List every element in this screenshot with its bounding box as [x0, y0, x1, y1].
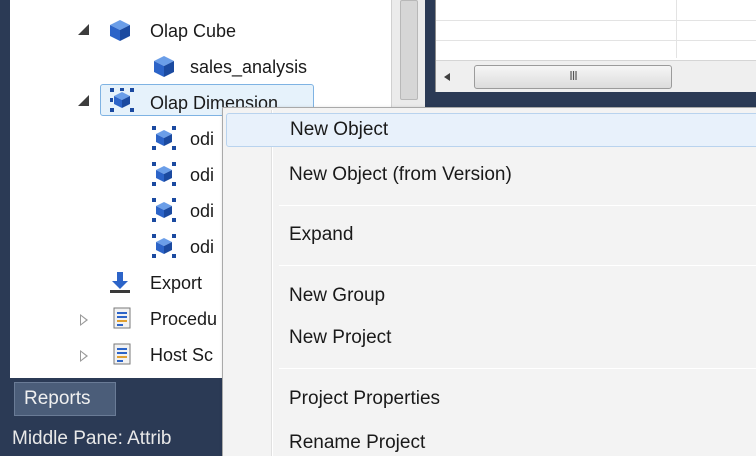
scroll-left-arrow-icon[interactable]: [442, 69, 456, 85]
dimension-cube-icon: [152, 234, 176, 258]
tree-item-odi[interactable]: odi: [190, 124, 214, 154]
tree-item-host-scripts[interactable]: Host Sc: [150, 340, 213, 370]
menu-item-label: Project Properties: [289, 388, 441, 409]
collapsed-arrow-icon[interactable]: [80, 314, 88, 326]
tree-item-label: sales_analysis: [190, 56, 308, 77]
tab-label: Reports: [24, 388, 91, 409]
grid-line: [436, 20, 756, 21]
scrollbar-grip: III: [569, 69, 578, 83]
dimension-cube-icon: [152, 198, 176, 222]
menu-item-new-object[interactable]: New Object: [226, 113, 756, 147]
menu-item-label: New Object (from Version): [289, 164, 512, 185]
menu-item-rename-project[interactable]: Rename Project: [226, 426, 756, 456]
menu-item-label: Rename Project: [289, 432, 426, 453]
dimension-cube-icon: [152, 162, 176, 186]
menu-item-new-project[interactable]: New Project: [226, 321, 756, 355]
export-icon: [110, 272, 130, 293]
menu-item-label: New Group: [289, 285, 386, 306]
cube-icon: [154, 56, 174, 77]
tree-item-label: Procedu: [150, 308, 218, 329]
grid-line: [436, 40, 756, 41]
tree-item-procedures[interactable]: Procedu: [150, 304, 217, 334]
cube-icon: [110, 20, 130, 41]
menu-separator: [279, 205, 756, 206]
collapsed-arrow-icon[interactable]: [80, 350, 88, 362]
tree-item-odi[interactable]: odi: [190, 232, 214, 262]
status-text: Middle Pane: Attrib: [12, 428, 172, 449]
menu-separator: [279, 265, 756, 266]
tree-item-label: Olap Cube: [150, 20, 237, 41]
tree-item-label: odi: [190, 128, 215, 149]
context-menu[interactable]: New Object New Object (from Version) Exp…: [222, 107, 756, 456]
tree-item-odi[interactable]: odi: [190, 196, 214, 226]
menu-item-label: New Project: [289, 327, 392, 348]
tab-reports[interactable]: Reports: [14, 382, 116, 416]
tree-item-sales-analysis[interactable]: sales_analysis: [190, 52, 307, 82]
expand-arrow-icon[interactable]: [78, 95, 89, 106]
menu-item-new-object-from-version[interactable]: New Object (from Version): [226, 158, 756, 192]
tree-item-label: odi: [190, 164, 215, 185]
menu-item-label: New Object: [290, 119, 389, 140]
horizontal-scrollbar[interactable]: III: [436, 60, 756, 92]
menu-item-project-properties[interactable]: Project Properties: [226, 382, 756, 416]
script-icon: [113, 307, 131, 329]
scrollbar-thumb[interactable]: III: [474, 65, 672, 89]
menu-separator: [279, 368, 756, 369]
menu-item-new-group[interactable]: New Group: [226, 279, 756, 313]
tree-item-label: odi: [190, 236, 215, 257]
tree-item-odi[interactable]: odi: [190, 160, 214, 190]
tree-item-olap-cube[interactable]: Olap Cube: [150, 16, 236, 46]
dimension-cube-icon: [110, 88, 134, 112]
grid-line: [676, 0, 677, 58]
menu-item-label: Expand: [289, 224, 354, 245]
expand-arrow-icon[interactable]: [78, 24, 89, 35]
tree-item-label: odi: [190, 200, 215, 221]
tree-item-label: Export: [150, 272, 203, 293]
dimension-cube-icon: [152, 126, 176, 150]
menu-item-expand[interactable]: Expand: [226, 218, 756, 252]
script-icon: [113, 343, 131, 365]
tree-item-export[interactable]: Export: [150, 268, 202, 298]
grid-pane[interactable]: III: [435, 0, 756, 92]
scrollbar-thumb[interactable]: [400, 0, 418, 100]
tree-item-label: Host Sc: [150, 344, 214, 365]
